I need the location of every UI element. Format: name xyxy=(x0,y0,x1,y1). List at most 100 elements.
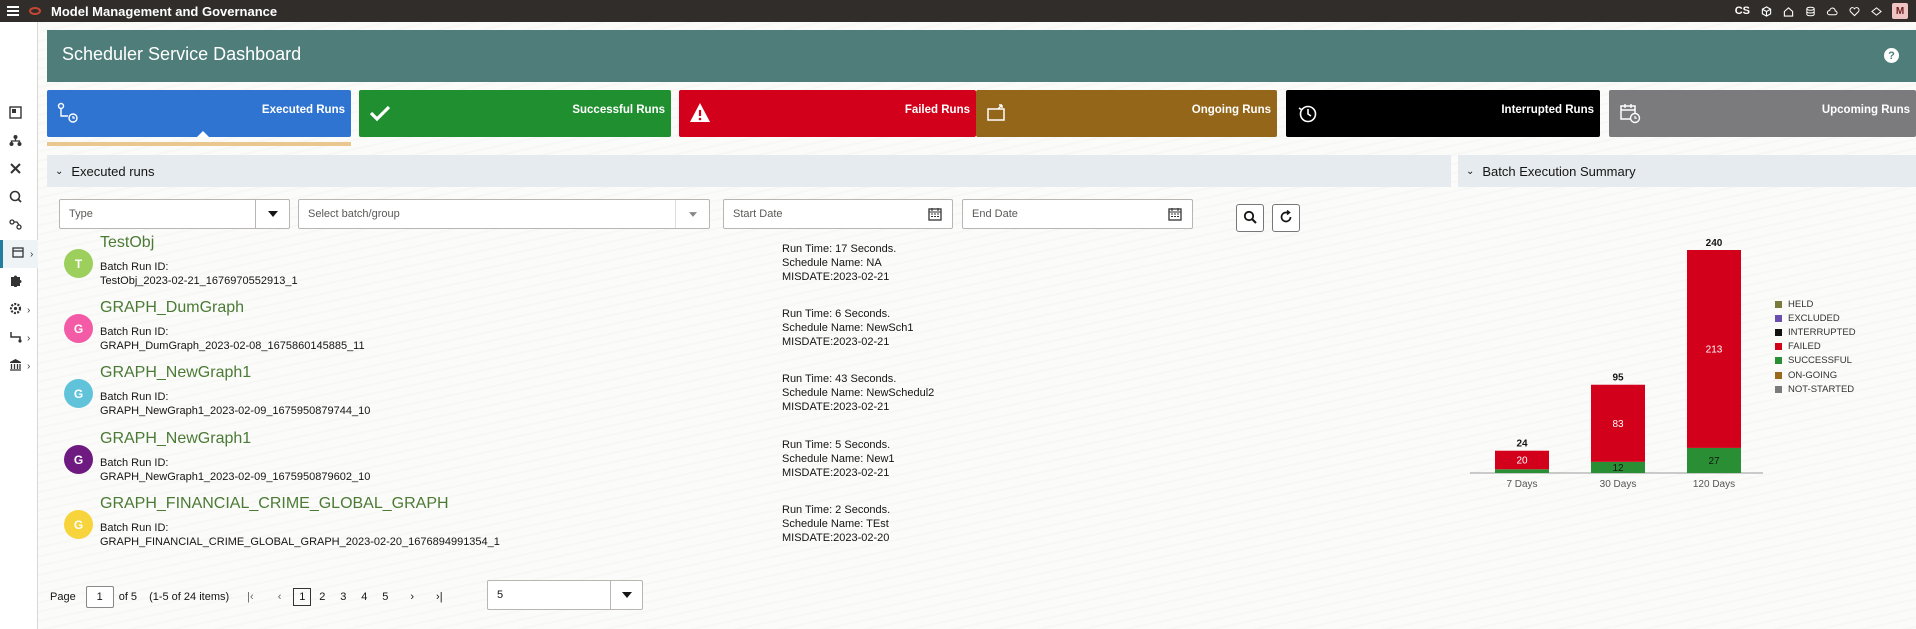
rail-admin[interactable]: › xyxy=(0,352,38,380)
card-label: Upcoming Runs xyxy=(1821,104,1910,116)
page-link[interactable]: 2 xyxy=(315,591,329,603)
cloud-icon[interactable] xyxy=(1826,5,1838,17)
cube-icon[interactable] xyxy=(1760,5,1772,17)
legend-swatch xyxy=(1775,385,1782,393)
search-button[interactable] xyxy=(1236,204,1264,232)
card-failed-runs[interactable]: Failed Runs xyxy=(679,90,976,137)
user-avatar[interactable]: M xyxy=(1892,3,1908,19)
prev-page-icon[interactable]: ‹ xyxy=(278,591,282,603)
page-size-select[interactable]: 5 xyxy=(487,580,643,610)
card-successful-runs[interactable]: Successful Runs xyxy=(359,90,671,137)
misdate: MISDATE:2023-02-21 xyxy=(782,467,890,479)
segment-label: 20 xyxy=(1516,455,1528,466)
first-page-icon[interactable]: |‹ xyxy=(247,591,254,603)
schedule-name: Schedule Name: New1 xyxy=(782,453,895,465)
pagination: Page 1 of 5 (1-5 of 24 items) |‹ ‹ 1 2 3… xyxy=(50,584,443,610)
run-time: Run Time: 43 Seconds. xyxy=(782,373,897,385)
rail-scheduler[interactable]: › xyxy=(0,240,38,268)
misdate: MISDATE:2023-02-21 xyxy=(782,401,890,413)
rail-puzzle[interactable] xyxy=(0,268,38,296)
connection-icon xyxy=(9,330,22,346)
rail-workflow[interactable] xyxy=(0,212,38,240)
refresh-icon xyxy=(1279,209,1293,227)
page-link[interactable]: 3 xyxy=(336,591,350,603)
legend-label: ON-GOING xyxy=(1788,369,1838,381)
segment-label: 12 xyxy=(1612,463,1624,474)
caret-down-icon[interactable] xyxy=(675,200,709,228)
oracle-logo-icon xyxy=(29,7,41,15)
executed-runs-section-header[interactable]: ⌄ Executed runs xyxy=(47,155,1451,187)
active-card-notch xyxy=(197,131,209,137)
card-label: Interrupted Runs xyxy=(1501,104,1594,116)
card-label: Failed Runs xyxy=(904,104,970,116)
legend-item[interactable]: HELD xyxy=(1775,297,1856,311)
run-name[interactable]: GRAPH_DumGraph xyxy=(100,299,244,317)
run-list-item[interactable]: G GRAPH_NewGraph1 Batch Run ID: GRAPH_Ne… xyxy=(62,430,962,492)
type-select[interactable]: Type xyxy=(59,199,290,229)
run-name[interactable]: GRAPH_NewGraph1 xyxy=(100,364,251,382)
rail-connections[interactable]: › xyxy=(0,324,38,352)
batch-summary-section-header[interactable]: ⌄ Batch Execution Summary xyxy=(1458,155,1916,187)
legend-item[interactable]: SUCCESSFUL xyxy=(1775,354,1856,368)
rail-settings[interactable]: › xyxy=(0,296,38,324)
diamond-icon[interactable] xyxy=(1870,5,1882,17)
next-page-icon[interactable]: › xyxy=(410,591,414,603)
card-interrupted-runs[interactable]: Interrupted Runs xyxy=(1286,90,1600,137)
batch-run-id: GRAPH_NewGraph1_2023-02-09_1675950879602… xyxy=(100,471,371,483)
caret-down-icon[interactable] xyxy=(255,200,289,228)
end-date-field[interactable]: End Date xyxy=(962,199,1193,229)
caret-down-icon[interactable] xyxy=(610,581,642,609)
legend-swatch xyxy=(1775,314,1782,322)
card-label: Executed Runs xyxy=(261,104,345,116)
heart-icon[interactable] xyxy=(1848,5,1860,17)
calendar-icon[interactable] xyxy=(1168,207,1182,224)
legend-item[interactable]: NOT-STARTED xyxy=(1775,382,1856,396)
run-list-item[interactable]: T TestObj Batch Run ID: TestObj_2023-02-… xyxy=(62,234,962,296)
interrupted-icon xyxy=(1296,102,1318,127)
page-link[interactable]: 5 xyxy=(378,591,392,603)
rail-tools[interactable] xyxy=(0,156,38,184)
card-ongoing-runs[interactable]: Ongoing Runs xyxy=(976,90,1277,137)
run-name[interactable]: TestObj xyxy=(100,234,154,252)
misdate: MISDATE:2023-02-21 xyxy=(782,336,890,348)
run-list-item[interactable]: G GRAPH_DumGraph Batch Run ID: GRAPH_Dum… xyxy=(62,299,962,361)
refresh-button[interactable] xyxy=(1272,204,1300,232)
misdate: MISDATE:2023-02-21 xyxy=(782,271,890,283)
database-icon[interactable] xyxy=(1804,5,1816,17)
batch-group-select[interactable]: Select batch/group xyxy=(298,199,710,229)
rail-dashboard[interactable] xyxy=(0,100,38,128)
legend-item[interactable]: ON-GOING xyxy=(1775,368,1856,382)
rail-analytics[interactable] xyxy=(0,184,38,212)
page-link[interactable]: 4 xyxy=(357,591,371,603)
schedule-name: Schedule Name: NewSchedul2 xyxy=(782,387,935,399)
chevron-right-icon: › xyxy=(27,360,31,372)
batch-run-id: TestObj_2023-02-21_1676970552913_1 xyxy=(100,275,298,287)
bar-total-label: 240 xyxy=(1706,238,1723,249)
run-name[interactable]: GRAPH_NewGraph1 xyxy=(100,430,251,448)
card-upcoming-runs[interactable]: Upcoming Runs xyxy=(1609,90,1916,137)
hierarchy-icon xyxy=(9,134,22,150)
help-icon[interactable]: ? xyxy=(1884,48,1899,63)
legend-item[interactable]: EXCLUDED xyxy=(1775,311,1856,325)
last-page-icon[interactable]: ›| xyxy=(436,591,443,603)
card-executed-runs[interactable]: Executed Runs xyxy=(47,90,351,137)
legend-swatch xyxy=(1775,371,1782,379)
run-list-item[interactable]: G GRAPH_NewGraph1 Batch Run ID: GRAPH_Ne… xyxy=(62,364,962,426)
legend-item[interactable]: FAILED xyxy=(1775,340,1856,354)
legend-item[interactable]: INTERRUPTED xyxy=(1775,325,1856,339)
page-range-label: (1-5 of 24 items) xyxy=(149,591,230,603)
menu-icon[interactable] xyxy=(7,4,19,18)
executed-runs-icon xyxy=(57,102,79,127)
rail-models[interactable] xyxy=(0,128,38,156)
run-list-item[interactable]: G GRAPH_FINANCIAL_CRIME_GLOBAL_GRAPH Bat… xyxy=(62,495,962,557)
batch-run-id-label: Batch Run ID: xyxy=(100,391,169,403)
warning-icon xyxy=(689,102,711,127)
page-number-input[interactable]: 1 xyxy=(85,586,114,608)
page-link-current[interactable]: 1 xyxy=(293,588,312,606)
dashboard-icon xyxy=(9,106,22,122)
calendar-icon[interactable] xyxy=(928,207,942,224)
run-name[interactable]: GRAPH_FINANCIAL_CRIME_GLOBAL_GRAPH xyxy=(100,495,449,513)
start-date-field[interactable]: Start Date xyxy=(723,199,953,229)
home-icon[interactable] xyxy=(1782,5,1794,17)
card-label: Successful Runs xyxy=(572,104,665,116)
